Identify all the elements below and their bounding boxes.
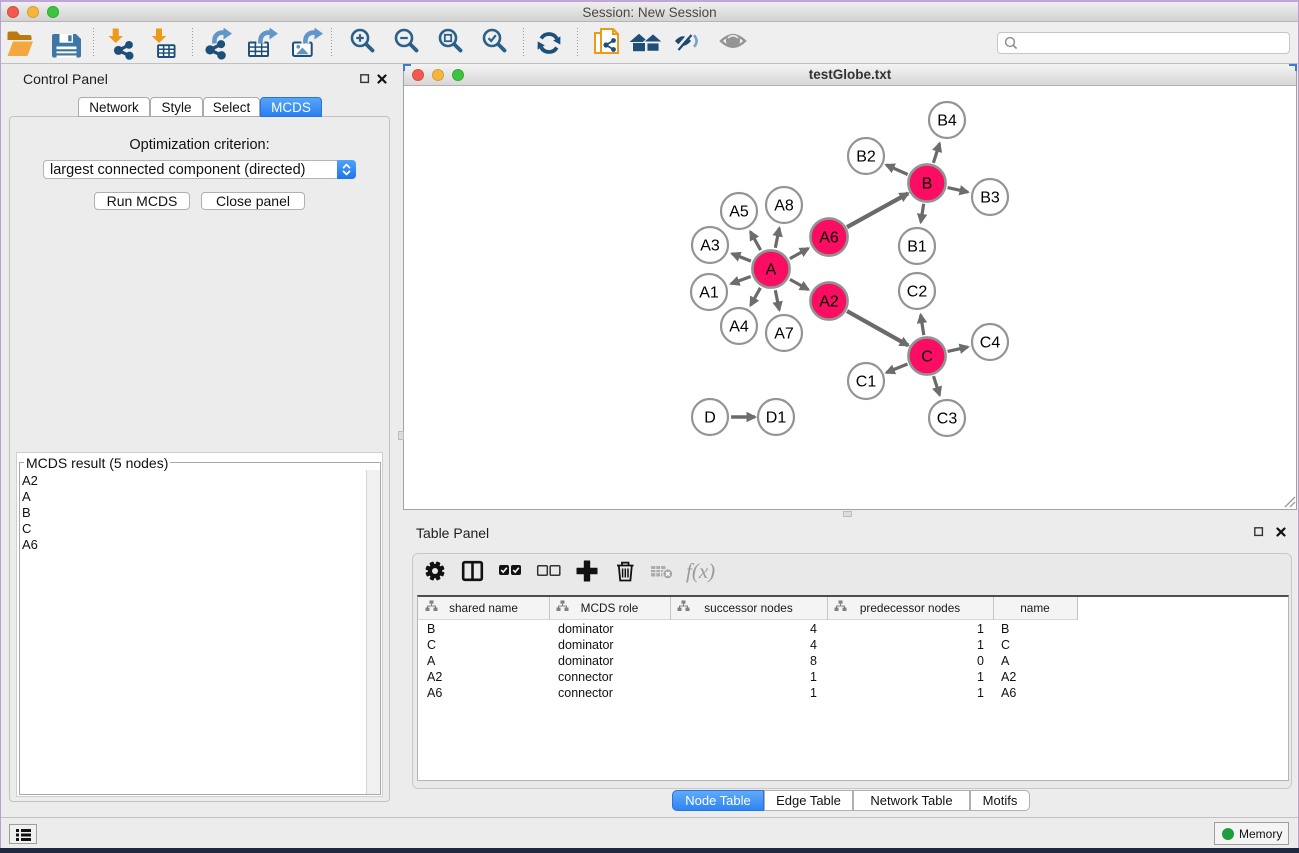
svg-text:A2: A2 <box>819 294 839 311</box>
svg-text:B1: B1 <box>907 239 927 256</box>
svg-text:A: A <box>766 262 777 279</box>
svg-text:A1: A1 <box>699 285 719 302</box>
svg-text:B4: B4 <box>937 113 957 130</box>
svg-text:B: B <box>922 176 933 193</box>
svg-text:A3: A3 <box>700 238 720 255</box>
svg-text:C3: C3 <box>937 411 958 428</box>
svg-text:A5: A5 <box>729 204 749 221</box>
svg-text:B3: B3 <box>980 190 1000 207</box>
svg-text:A7: A7 <box>774 326 794 343</box>
svg-text:B2: B2 <box>856 149 876 166</box>
svg-text:D1: D1 <box>766 410 787 427</box>
svg-text:D: D <box>704 410 716 427</box>
svg-text:C2: C2 <box>907 284 928 301</box>
svg-text:A4: A4 <box>729 319 749 336</box>
svg-text:C1: C1 <box>856 374 877 391</box>
svg-text:C4: C4 <box>980 335 1001 352</box>
svg-text:A8: A8 <box>774 198 794 215</box>
svg-text:C: C <box>921 349 933 366</box>
svg-text:A6: A6 <box>819 230 839 247</box>
